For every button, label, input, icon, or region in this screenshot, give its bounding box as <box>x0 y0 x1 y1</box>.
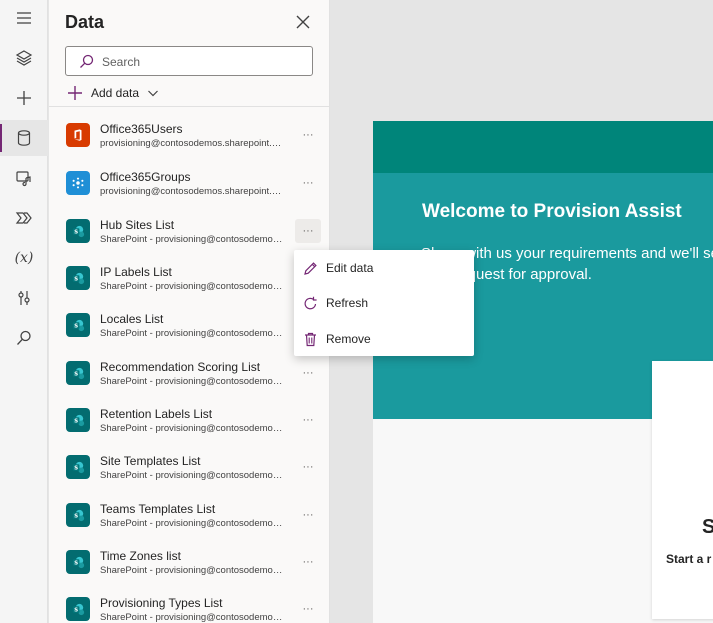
search-icon[interactable] <box>0 320 48 356</box>
data-source-item[interactable]: S Time Zones list SharePoint - provision… <box>49 545 329 589</box>
more-options-icon[interactable]: ··· <box>295 171 321 195</box>
data-source-connection: SharePoint - provisioning@contosodemos.s… <box>100 328 284 339</box>
sharepoint-icon: S <box>66 361 90 385</box>
card-title: S <box>702 516 713 538</box>
hamburger-menu-icon[interactable] <box>0 0 48 36</box>
search-input[interactable] <box>102 53 302 71</box>
refresh-icon <box>304 296 317 309</box>
context-menu: Edit data Refresh Remove <box>294 250 474 356</box>
data-source-name: Recommendation Scoring List <box>100 360 261 374</box>
svg-text:S: S <box>74 323 78 329</box>
data-source-item[interactable]: S Hub Sites List SharePoint - provisioni… <box>49 214 329 258</box>
app-title: Welcome to Provision Assist <box>422 201 682 222</box>
sharepoint-icon: S <box>66 503 90 527</box>
svg-text:S: S <box>74 560 78 566</box>
more-options-icon[interactable]: ··· <box>295 408 321 432</box>
svg-text:S: S <box>74 513 78 519</box>
data-source-name: Retention Labels List <box>100 407 213 421</box>
sharepoint-icon: S <box>66 550 90 574</box>
data-source-item[interactable]: S Teams Templates List SharePoint - prov… <box>49 498 329 542</box>
data-source-connection: SharePoint - provisioning@contosodemos.s… <box>100 565 284 576</box>
add-data-button[interactable]: Add data <box>67 83 159 103</box>
svg-text:S: S <box>74 276 78 282</box>
more-options-icon[interactable]: ··· <box>295 219 321 243</box>
svg-text:S: S <box>74 371 78 377</box>
data-source-connection: SharePoint - provisioning@contosodemos.s… <box>100 518 284 529</box>
remove-menu-item[interactable]: Remove <box>294 322 474 356</box>
data-source-name: Provisioning Types List <box>100 596 223 610</box>
data-source-name: Time Zones list <box>100 549 181 563</box>
data-source-connection: provisioning@contosodemos.sharepoint.com <box>100 186 284 197</box>
office-icon <box>66 123 90 147</box>
data-source-connection: SharePoint - provisioning@contosodemos.s… <box>100 612 284 623</box>
left-rail: (x) <box>0 0 48 623</box>
search-icon <box>80 54 94 68</box>
search-box <box>65 46 313 76</box>
data-source-name: Hub Sites List <box>100 218 175 232</box>
close-icon[interactable] <box>292 11 314 33</box>
pencil-icon <box>304 261 317 275</box>
menu-item-label: Edit data <box>326 261 374 275</box>
data-source-item[interactable]: S Site Templates List SharePoint - provi… <box>49 450 329 494</box>
app-screen[interactable]: Welcome to Provision Assist Share with u… <box>373 121 713 623</box>
menu-item-label: Remove <box>326 332 371 346</box>
data-source-name: Teams Templates List <box>100 502 216 516</box>
advanced-tools-icon[interactable] <box>0 280 48 316</box>
chevron-down-icon <box>148 90 158 97</box>
data-source-connection: SharePoint - provisioning@contosodemos.s… <box>100 376 284 387</box>
data-source-name: IP Labels List <box>100 265 172 279</box>
data-source-name: Site Templates List <box>100 454 201 468</box>
edit-data-menu-item[interactable]: Edit data <box>294 251 474 285</box>
data-source-item[interactable]: Office365Groups provisioning@contosodemo… <box>49 166 329 210</box>
sharepoint-icon: S <box>66 219 90 243</box>
more-options-icon[interactable]: ··· <box>295 361 321 385</box>
svg-text:S: S <box>74 229 78 235</box>
svg-text:S: S <box>74 465 78 471</box>
media-icon[interactable] <box>0 160 48 196</box>
data-source-item[interactable]: Office365Users provisioning@contosodemos… <box>49 118 329 162</box>
data-source-connection: SharePoint - provisioning@contosodemos.s… <box>100 470 284 481</box>
data-source-connection: SharePoint - provisioning@contosodemos.s… <box>100 234 284 245</box>
divider <box>49 106 329 107</box>
layers-icon[interactable] <box>0 40 48 76</box>
power-automate-icon[interactable] <box>0 200 48 236</box>
refresh-menu-item[interactable]: Refresh <box>294 286 474 320</box>
insert-plus-icon[interactable] <box>0 80 48 116</box>
more-options-icon[interactable]: ··· <box>295 503 321 527</box>
groups-icon <box>66 171 90 195</box>
sharepoint-icon: S <box>66 597 90 621</box>
sharepoint-icon: S <box>66 455 90 479</box>
data-source-connection: SharePoint - provisioning@contosodemos.s… <box>100 281 284 292</box>
sharepoint-icon: S <box>66 313 90 337</box>
add-data-label: Add data <box>91 86 140 100</box>
sharepoint-icon: S <box>66 266 90 290</box>
app-header <box>373 121 713 173</box>
more-options-icon[interactable]: ··· <box>295 455 321 479</box>
more-options-icon[interactable]: ··· <box>295 550 321 574</box>
trash-icon <box>305 332 316 346</box>
menu-item-label: Refresh <box>326 296 369 310</box>
data-icon[interactable] <box>0 120 48 156</box>
data-source-item[interactable]: S Recommendation Scoring List SharePoint… <box>49 356 329 400</box>
plus-icon <box>68 86 82 100</box>
data-source-item[interactable]: S Retention Labels List SharePoint - pro… <box>49 403 329 447</box>
data-source-name: Locales List <box>100 312 164 326</box>
panel-title: Data <box>65 12 105 32</box>
sharepoint-icon: S <box>66 408 90 432</box>
data-source-item[interactable]: S IP Labels List SharePoint - provisioni… <box>49 261 329 305</box>
more-options-icon[interactable]: ··· <box>295 597 321 621</box>
app-card[interactable]: S Start a r <box>652 361 713 619</box>
svg-text:S: S <box>74 418 78 424</box>
variables-icon[interactable]: (x) <box>0 240 48 276</box>
more-options-icon[interactable]: ··· <box>295 123 321 147</box>
data-source-connection: SharePoint - provisioning@contosodemos.s… <box>100 423 284 434</box>
data-panel: Data Add data Office365Users provisionin… <box>49 0 330 623</box>
data-source-connection: provisioning@contosodemos.sharepoint.com <box>100 138 284 149</box>
card-subtitle: Start a r <box>666 552 712 566</box>
data-source-item[interactable]: S Provisioning Types List SharePoint - p… <box>49 592 329 623</box>
data-source-item[interactable]: S Locales List SharePoint - provisioning… <box>49 308 329 352</box>
data-source-name: Office365Groups <box>100 170 191 184</box>
svg-text:S: S <box>74 607 78 613</box>
data-source-name: Office365Users <box>100 122 183 136</box>
